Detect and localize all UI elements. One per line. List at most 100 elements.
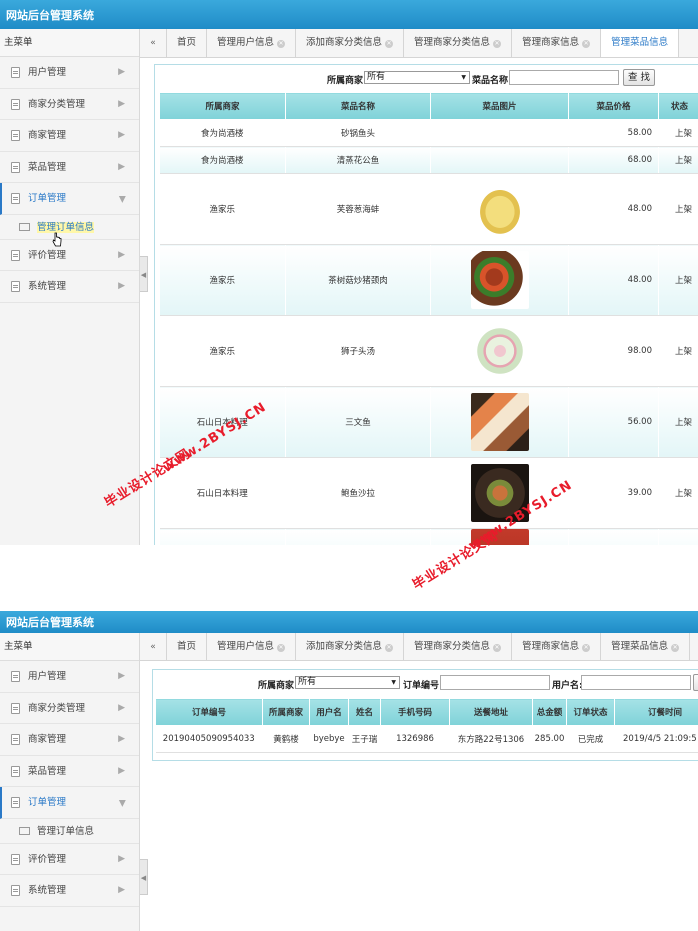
cell-merchant: 渔家乐 [159,315,286,387]
close-icon[interactable]: ✕ [582,644,591,652]
cell-status: 已完成 [566,725,615,753]
tab-label: 管理菜品信息 [611,37,669,48]
tab-home[interactable]: 首页 [167,29,208,57]
cell-status: 上架 [658,386,698,458]
merchant-select[interactable]: 所有 ▼ [295,676,400,689]
order-management-screen: 网站后台管理系统 主菜单 用户管理 ▶ 商家分类管理 ▶ 商家管理 ▶ 菜品管理 ▶ 订… [0,611,698,931]
tab-manage-dishes[interactable]: 管理菜品信息 [601,29,680,57]
close-icon[interactable]: ✕ [385,644,394,652]
tab-label: 管理用户信息 [217,37,275,48]
chevron-right-icon: ▶ [118,702,125,713]
tab-label: 管理商家信息 [522,641,580,652]
merchant-select[interactable]: 所有 ▼ [364,71,470,84]
cell-dish-name: 芙蓉葱海蚌 [285,173,431,245]
search-button[interactable]: 查 找 [623,69,655,86]
close-icon[interactable]: ✕ [277,40,286,48]
table-header-row: 订单编号 所属商家 用户名 姓名 手机号码 送餐地址 总金额 订单状态 订餐时间 [155,698,698,726]
tab-manage-dishes[interactable]: 管理菜品信息 ✕ [601,633,691,660]
sidebar-item-label: 评价管理 [28,853,67,865]
sidebar-item-merchant-category[interactable]: 商家分类管理 ▶ [0,89,139,120]
chevron-right-icon: ▶ [118,885,125,895]
close-icon[interactable]: ✕ [385,40,394,48]
close-icon[interactable]: ✕ [582,40,591,48]
sidebar-item-order[interactable]: 订单管理 ▶ [0,787,139,819]
close-icon[interactable]: ✕ [277,644,286,652]
tab-bar: « 首页 管理用户信息 ✕ 添加商家分类信息 ✕ 管理商家分类信息 ✕ 管理商家信息 ✕ 管理菜品… [140,29,698,58]
username-input[interactable] [581,675,691,690]
sidebar-item-dish[interactable]: 菜品管理 ▶ [0,756,139,787]
cell-username: byebye [309,725,349,753]
chevron-right-icon: ▶ [118,161,125,172]
search-button[interactable] [693,674,698,691]
sidebar-item-user[interactable]: 用户管理 ▶ [0,661,139,693]
tab-scroll-left-icon[interactable]: « [140,29,167,57]
tab-label: 管理菜品信息 [611,641,669,652]
document-icon [11,98,20,110]
table-row: 石山日本料理 鲍鱼沙拉 39.00 上架 [159,457,698,529]
close-icon[interactable]: ✕ [493,644,502,652]
column-header: 所属商家 [262,698,310,726]
dish-name-input[interactable] [509,70,619,85]
tab-manage-merchants[interactable]: 管理商家信息 ✕ [512,29,602,57]
sidebar-item-merchant[interactable]: 商家管理 ▶ [0,724,139,756]
sidebar-item-dish[interactable]: 菜品管理 ▶ [0,152,139,183]
cell-merchant: 食为尚酒楼 [159,119,286,147]
close-icon[interactable]: ✕ [671,644,680,652]
column-header: 所属商家 [159,92,286,120]
tab-bar: « 首页 管理用户信息 ✕ 添加商家分类信息 ✕ 管理商家分类信息 ✕ 管理商家信息 ✕ 管理菜品… [140,633,698,661]
close-icon[interactable]: ✕ [493,40,502,48]
document-icon [11,734,20,745]
tab-add-merchant-category[interactable]: 添加商家分类信息 ✕ [296,633,405,660]
document-icon [11,281,20,292]
cell-dish-image [430,119,569,147]
folder-icon [19,222,30,231]
app-title: 网站后台管理系统 [6,9,94,22]
sidebar-subitem-manage-orders[interactable]: 管理订单信息 [0,215,139,240]
sidebar-collapse-handle[interactable]: ◀ [140,859,148,895]
sidebar-item-system[interactable]: 系统管理 ▶ [0,875,139,907]
tab-manage-merchant-category[interactable]: 管理商家分类信息 ✕ [404,29,513,57]
tab-manage-merchant-category[interactable]: 管理商家分类信息 ✕ [404,633,513,660]
merchant-select-value: 所有 [367,72,386,82]
cell-dish-name: 鲍鱼沙拉 [285,457,431,529]
chevron-right-icon: ▶ [118,98,125,109]
tab-manage-users[interactable]: 管理用户信息 ✕ [207,633,297,660]
sidebar-item-label: 用户管理 [28,67,67,78]
cell-price: 98.00 [568,315,659,387]
content-area: 所属商家 所有 ▼ 菜品名称: 查 找 所属商家 菜品名称 菜品图片 菜品价格 状… [148,58,698,545]
sidebar-item-order[interactable]: 订单管理 ▶ [0,183,139,215]
cell-status: 上架 [658,244,698,316]
sidebar-item-review[interactable]: 评价管理 ▶ [0,844,139,875]
sidebar-heading: 主菜单 [0,633,139,661]
sidebar-item-review[interactable]: 评价管理 ▶ [0,240,139,271]
column-header: 订单状态 [566,698,615,726]
tab-add-merchant-category[interactable]: 添加商家分类信息 ✕ [296,29,405,57]
order-no-input[interactable] [440,675,550,690]
cell-dish-image [430,173,569,245]
sidebar-item-user[interactable]: 用户管理 ▶ [0,57,139,89]
app-title: 网站后台管理系统 [6,616,94,629]
table-row: 渔家乐 茶树菇炒猪颈肉 48.00 上架 [159,244,698,316]
cell-dish-name: 清蒸花公鱼 [285,146,431,174]
cell-dish-name: 狮子头汤 [285,315,431,387]
tab-label: 管理商家信息 [522,37,580,48]
sidebar-item-merchant[interactable]: 商家管理 ▶ [0,120,139,152]
dropdown-arrow-icon: ▼ [461,74,466,81]
dish-panel: 所属商家 所有 ▼ 菜品名称: 查 找 所属商家 菜品名称 菜品图片 菜品价格 状… [154,64,698,545]
sidebar-subitem-manage-orders[interactable]: 管理订单信息 [0,819,139,844]
cell-status: 上架 [658,315,698,387]
sidebar-item-system[interactable]: 系统管理 ▶ [0,271,139,303]
tab-manage-merchants[interactable]: 管理商家信息 ✕ [512,633,602,660]
chevron-right-icon: ▶ [118,734,125,744]
tab-home[interactable]: 首页 [167,633,208,660]
sidebar-collapse-handle[interactable]: ◀ [140,256,148,292]
tab-scroll-left-icon[interactable]: « [140,633,167,660]
chevron-down-icon: ▶ [117,800,128,807]
cell-price: 39.00 [568,457,659,529]
tab-manage-users[interactable]: 管理用户信息 ✕ [207,29,297,57]
sidebar-item-merchant-category[interactable]: 商家分类管理 ▶ [0,693,139,724]
cell-dish-name: 三文鱼 [285,386,431,458]
table-row [159,528,698,545]
username-label: 用户名: [552,681,583,691]
table-row: 渔家乐 芙蓉葱海蚌 48.00 上架 [159,173,698,245]
